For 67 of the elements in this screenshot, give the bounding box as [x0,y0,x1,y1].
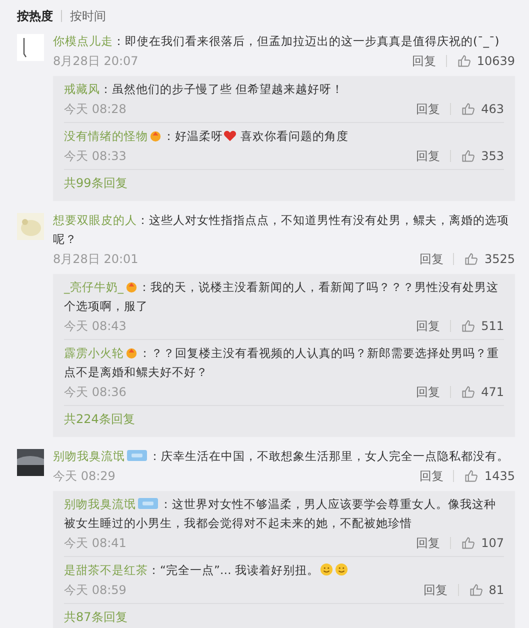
like-count: 511 [481,318,504,335]
like-count: 107 [481,535,504,552]
reply-text: 霹雳小火轮 ：？？回复楼主没有看视频的人认真的吗？新郎需要选择处男吗？重点不是离婚和鳏夫好不好？ [64,345,500,381]
timestamp: 今天 08:43 [64,318,126,335]
like-count: 471 [481,384,504,401]
medal-icon [124,281,138,293]
medal-icon [125,347,138,359]
fan-badge-icon [127,450,147,461]
username-link[interactable]: 霹雳小火轮 [64,346,124,360]
username-link[interactable]: 别吻我臭流氓 [64,497,136,511]
reply-link[interactable]: 回复 [416,534,440,552]
thumbs-up-icon[interactable] [468,583,483,597]
reply-text: _亮仔牛奶_ ：我的天，说楼主没看新闻的人，看新闻了吗？？？男性没有处男这个选项啊，服了 [64,279,500,315]
smile-emoji-icon [335,563,348,576]
reply-link[interactable]: 回复 [419,250,444,268]
thumbs-up-icon[interactable] [464,469,478,483]
timestamp: 8月28日 20:01 [53,251,138,268]
thumbs-up-icon[interactable] [461,319,476,333]
reply-text: 戒藏风：虽然他们的步子慢了些 但希望越来越好呀！ [64,81,345,98]
thumbs-up-icon[interactable] [461,102,476,116]
more-replies-link[interactable]: 共99条回复 [64,174,504,201]
like-count: 3525 [484,251,515,268]
timestamp: 今天 08:33 [64,148,126,165]
heart-icon [223,130,237,142]
timestamp: 今天 08:28 [64,101,126,118]
username-link[interactable]: 别吻我臭流氓 [53,449,125,463]
reply-link[interactable]: 回复 [416,383,440,401]
username-link[interactable]: _亮仔牛奶_ [64,280,124,294]
more-replies-link[interactable]: 共87条回复 [64,608,504,628]
timestamp: 今天 08:29 [53,468,116,485]
username-link[interactable]: 你模点儿走 [53,34,113,48]
reply-link[interactable]: 回复 [424,581,448,599]
more-replies-link[interactable]: 共224条回复 [64,410,504,437]
like-count: 10639 [476,53,515,70]
thumbs-up-icon[interactable] [464,252,478,266]
reply-text: 没有情绪的怪物 ：好温柔呀 喜欢你看问题的角度 [64,128,350,145]
reply-link[interactable]: 回复 [419,467,444,485]
username-link[interactable]: 戒藏风 [64,82,100,96]
like-count: 463 [481,101,504,118]
medal-icon [149,130,162,142]
smile-emoji-icon [320,563,334,576]
timestamp: 8月28日 20:07 [53,53,138,70]
like-count: 1435 [484,468,515,485]
username-link[interactable]: 没有情绪的怪物 [64,129,148,143]
comment-text: 你模点儿走：即使在我们看来很落后，但孟加拉迈出的这一步真真是值得庆祝的(¯_¯) [53,33,500,50]
like-count: 81 [488,582,504,599]
comment-text: 别吻我臭流氓 ：庆幸生活在中国，不敢想象生活那里，女人完全一点隐私都没有。 [53,448,510,465]
username-link[interactable]: 想要双眼皮的人 [53,213,137,227]
fan-badge-icon [138,498,158,509]
username-link[interactable]: 是甜茶不是红茶 [64,563,148,577]
reply-link[interactable]: 回复 [416,100,440,118]
timestamp: 今天 08:36 [64,384,126,401]
comment-text: 想要双眼皮的人：这些人对女性指指点点，不知道男性有没有处男，鳏夫，离婚的选项呢？ [53,212,510,248]
timestamp: 今天 08:41 [64,535,126,552]
thumbs-up-icon[interactable] [461,536,476,550]
sort-tab[interactable]: 按时间 [70,7,106,25]
reply-link[interactable]: 回复 [416,147,440,165]
timestamp: 今天 08:59 [64,582,126,599]
like-count: 353 [481,148,504,165]
thumbs-up-icon[interactable] [461,385,476,399]
thumbs-up-icon[interactable] [456,54,471,68]
reply-link[interactable]: 回复 [416,317,440,335]
sort-tab[interactable]: 按热度 [17,7,53,25]
reply-text: 是甜茶不是红茶：“完全一点”… 我读着好别扭。 [64,561,504,580]
thumbs-up-icon[interactable] [461,149,476,163]
reply-text: 别吻我臭流氓 ：这世界对女性不够温柔，男人应该要学会尊重女人。像我这种被女生睡过的小男生，我都会觉得对不起未来的她，不配被她珍惜 [64,496,497,532]
reply-link[interactable]: 回复 [412,52,436,70]
